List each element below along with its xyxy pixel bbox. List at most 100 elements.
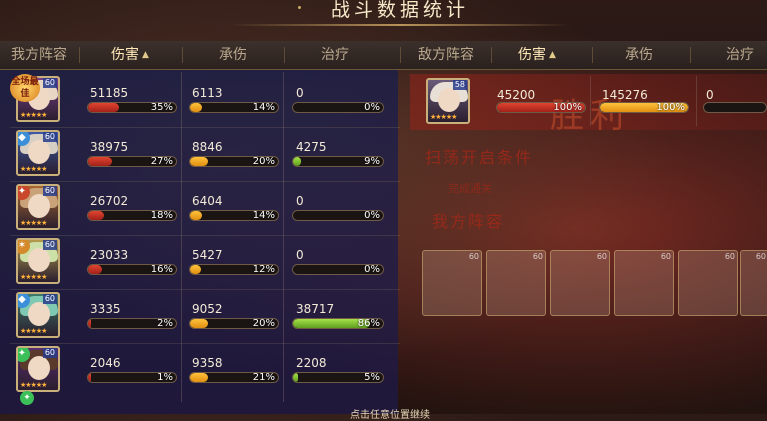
background-hero-card: 60	[740, 250, 767, 316]
heal-value: 38717	[296, 302, 335, 316]
sort-arrow-icon: ▲	[549, 50, 556, 60]
damage-bar-fill	[88, 373, 91, 382]
taken-bar-percent: 12%	[252, 264, 275, 275]
heal-bar-percent: 0%	[364, 102, 380, 113]
background-hero-level: 60	[596, 252, 607, 261]
taken-bar: 14%	[189, 102, 279, 113]
enemy-taken-value: 145276	[602, 88, 648, 102]
header-enemy-damage-sort[interactable]: 伤害 ▲	[492, 41, 582, 69]
sort-arrow-icon: ▲	[142, 50, 149, 60]
stats-header-row: 我方阵容 伤害 ▲ 承伤 治疗 敌方阵容 伤害 ▲ 承伤 治疗	[0, 41, 767, 70]
header-enemy-healing-sort[interactable]: 治疗	[700, 41, 767, 69]
damage-bar-fill	[88, 265, 103, 274]
taken-value: 8846	[192, 140, 223, 154]
damage-bar-percent: 18%	[150, 210, 173, 221]
star-rating-icon: ★★★★★	[20, 327, 47, 335]
heal-bar-fill	[293, 157, 302, 166]
damage-bar: 2%	[87, 318, 177, 329]
taken-bar-percent: 21%	[252, 372, 275, 383]
enemy-damage-value: 45200	[497, 88, 536, 102]
header-taken-sort[interactable]: 承伤	[183, 41, 283, 69]
header-damage-sort[interactable]: 伤害 ▲	[80, 41, 180, 69]
column-divider	[590, 76, 591, 126]
hero-avatar[interactable]: 60 ★★★★★ ◆	[16, 130, 60, 176]
damage-bar: 16%	[87, 264, 177, 275]
heal-value: 0	[296, 194, 304, 208]
hero-portrait-face	[28, 302, 50, 326]
background-hero-level: 60	[724, 252, 735, 261]
heal-bar: 5%	[292, 372, 384, 383]
background-hero-card: 60	[678, 250, 738, 316]
taken-bar-percent: 20%	[252, 156, 275, 167]
taken-bar: 14%	[189, 210, 279, 221]
damage-bar: 18%	[87, 210, 177, 221]
page-title: 战斗数据统计	[230, 0, 570, 26]
hero-avatar[interactable]: 58 ★★★★★	[426, 78, 470, 124]
hero-portrait-face	[28, 140, 50, 164]
enemy-heal-value: 0	[706, 88, 714, 102]
damage-bar-percent: 16%	[150, 264, 173, 275]
enemy-damage-bar: 100%	[496, 102, 586, 113]
hero-portrait-face	[28, 356, 50, 380]
hero-level: 60	[42, 294, 57, 304]
star-rating-icon: ★★★★★	[20, 111, 47, 119]
enemy-taken-bar-percent: 100%	[656, 102, 685, 113]
header-healing-sort[interactable]: 治疗	[285, 41, 385, 69]
background-hero-level: 60	[660, 252, 671, 261]
enemy-taken-bar: 100%	[599, 102, 689, 113]
taken-bar-percent: 14%	[252, 102, 275, 113]
taken-value: 6404	[192, 194, 223, 208]
heal-bar: 9%	[292, 156, 384, 167]
header-enemy-taken-sort[interactable]: 承伤	[594, 41, 684, 69]
taken-bar-fill	[190, 265, 201, 274]
title-underline	[230, 24, 570, 26]
damage-value: 26702	[90, 194, 129, 208]
taken-value: 9052	[192, 302, 223, 316]
taken-value: 6113	[192, 86, 223, 100]
our-team-ghost-label: 我方阵容	[432, 212, 505, 231]
hero-level: 60	[42, 348, 57, 358]
star-rating-icon: ★★★★★	[430, 113, 457, 121]
heal-bar: 0%	[292, 102, 384, 113]
enemy-damage-bar-percent: 100%	[553, 102, 582, 113]
damage-value: 51185	[90, 86, 129, 100]
hero-avatar[interactable]: 60 ★★★★★ ◆	[16, 292, 60, 338]
hero-level: 58	[452, 80, 467, 90]
taken-bar: 21%	[189, 372, 279, 383]
damage-bar-fill	[88, 319, 91, 328]
sweep-condition-title: 扫荡开启条件	[425, 148, 534, 167]
heal-bar-percent: 0%	[364, 210, 380, 221]
sweep-condition-text: 完成通关	[448, 182, 492, 195]
damage-bar-percent: 1%	[157, 372, 173, 383]
star-rating-icon: ★★★★★	[20, 273, 47, 281]
taken-bar-percent: 20%	[252, 318, 275, 329]
hero-avatar[interactable]: 60 ★★★★★ ✶	[16, 238, 60, 284]
background-hero-card: 60	[614, 250, 674, 316]
header-divider	[592, 47, 593, 63]
heal-bar-percent: 9%	[364, 156, 380, 167]
header-divider	[400, 47, 401, 63]
column-divider	[696, 76, 697, 126]
hero-level: 60	[42, 186, 57, 196]
damage-bar-fill	[88, 157, 112, 166]
star-rating-icon: ★★★★★	[20, 219, 47, 227]
heal-value: 2208	[296, 356, 327, 370]
heal-value: 0	[296, 86, 304, 100]
heal-bar-percent: 86%	[357, 318, 380, 329]
column-divider	[283, 72, 284, 402]
damage-value: 2046	[90, 356, 121, 370]
taken-bar-fill	[190, 157, 208, 166]
taken-bar-fill	[190, 211, 203, 220]
background-hero-card: 60	[422, 250, 482, 316]
header-our-team: 我方阵容	[11, 47, 67, 63]
column-divider	[181, 72, 182, 402]
hero-avatar[interactable]: 60 ★★★★★ ✦	[16, 346, 60, 392]
damage-bar-percent: 35%	[150, 102, 173, 113]
mvp-badge: 全场最佳	[10, 74, 40, 102]
taken-bar-fill	[190, 103, 203, 112]
heal-bar-percent: 0%	[364, 264, 380, 275]
damage-bar: 1%	[87, 372, 177, 383]
header-enemy-team: 敌方阵容	[418, 47, 474, 63]
hero-avatar[interactable]: 60 ★★★★★ ✦	[16, 184, 60, 230]
background-hero-card: 60	[486, 250, 546, 316]
